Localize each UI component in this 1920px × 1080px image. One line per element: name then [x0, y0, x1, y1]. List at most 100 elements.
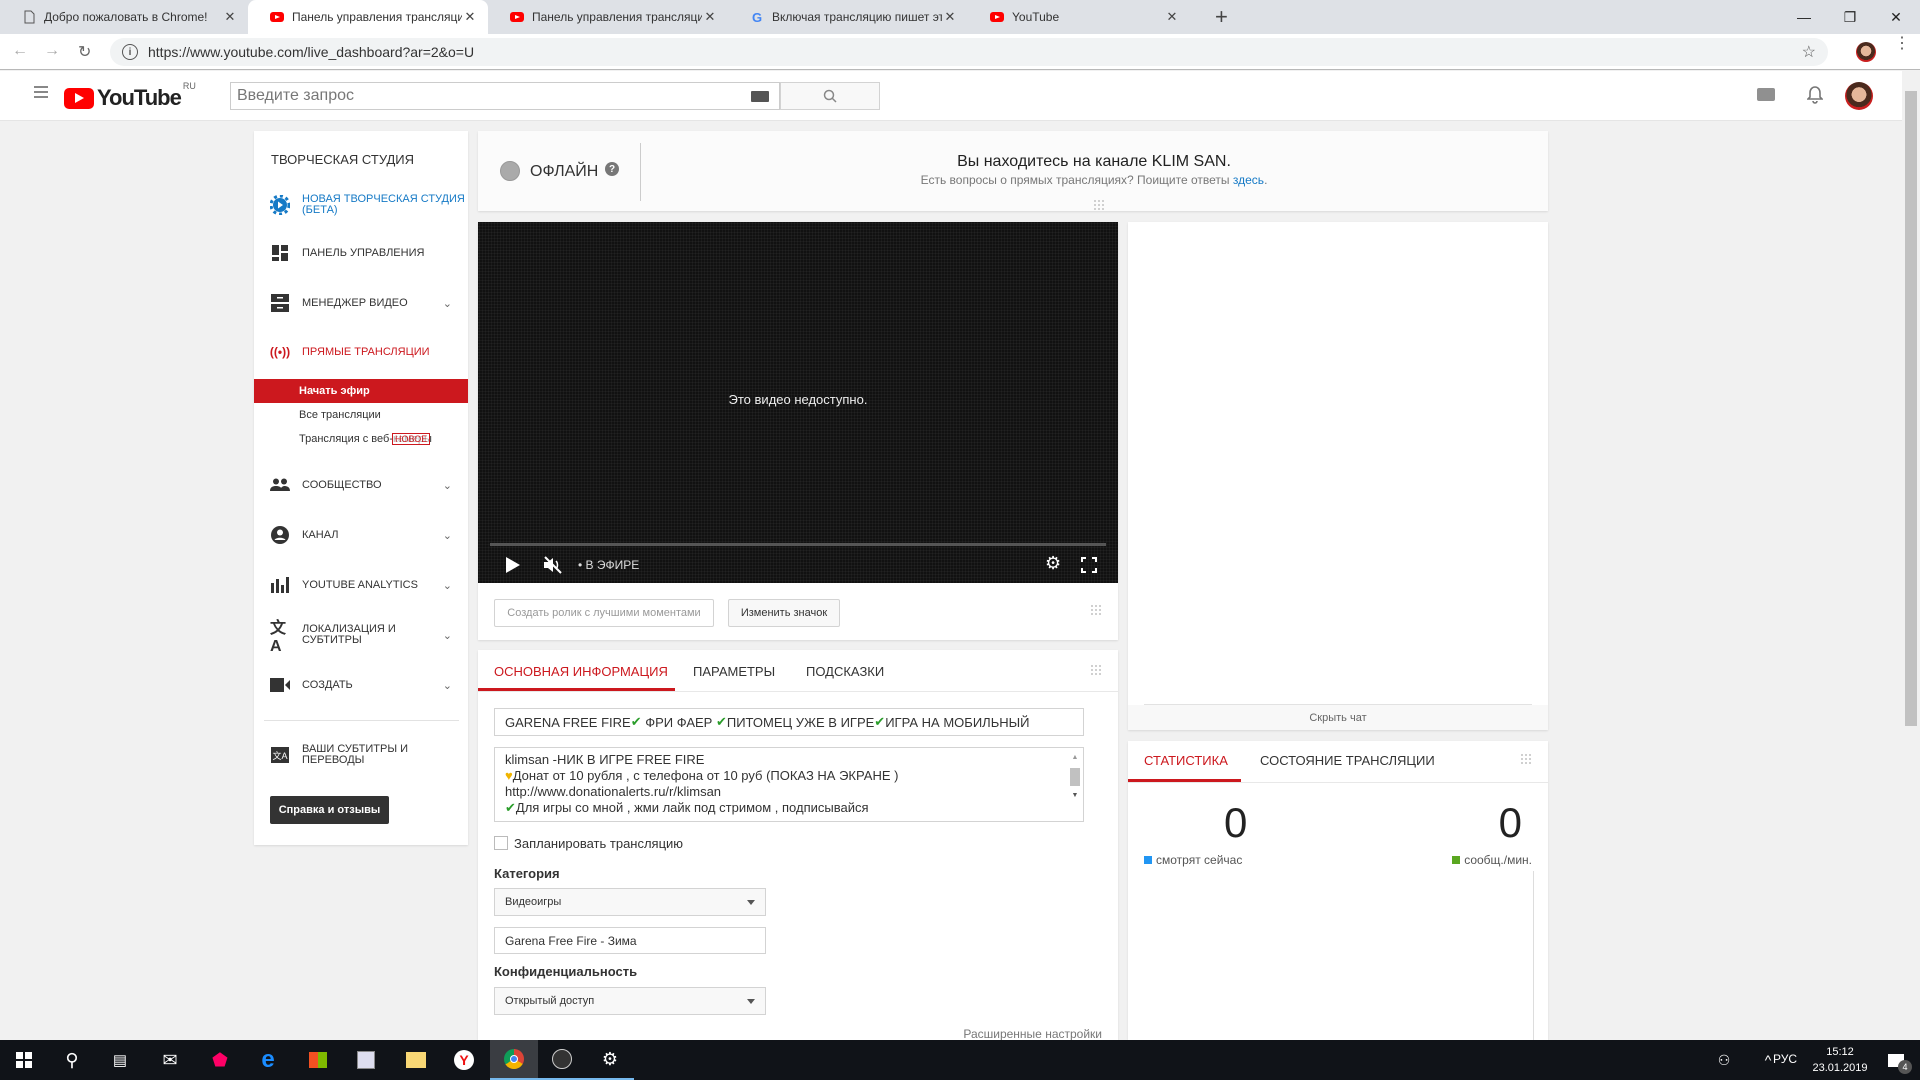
notification-count-badge: 4 — [1898, 1060, 1912, 1074]
close-tab-icon[interactable]: ✕ — [942, 9, 958, 25]
sidebar-sub-start-stream[interactable]: Начать эфир — [254, 379, 468, 403]
search-input[interactable]: Введите запрос — [230, 82, 780, 110]
youtube-logo[interactable]: YouTube RU — [64, 81, 196, 111]
mail-icon[interactable]: ✉ — [146, 1040, 194, 1080]
progress-bar[interactable] — [490, 543, 1106, 546]
sidebar-divider — [264, 720, 459, 721]
close-tab-icon[interactable]: ✕ — [222, 9, 238, 25]
status-divider — [640, 143, 641, 201]
sidebar-item-localization[interactable]: 文A ЛОКАЛИЗАЦИЯ И СУБТИТРЫ ⌄ — [254, 618, 468, 655]
tab-stream-health[interactable]: СОСТОЯНИЕ ТРАНСЛЯЦИИ — [1260, 753, 1435, 768]
url-input[interactable]: i https://www.youtube.com/live_dashboard… — [110, 38, 1828, 66]
browser-tab[interactable]: Панель управления трансляцией ✕ — [488, 0, 728, 34]
close-window-button[interactable]: ✕ — [1873, 0, 1919, 34]
sidebar-item-new-studio[interactable]: НОВАЯ ТВОРЧЕСКАЯ СТУДИЯ (БЕТА) — [254, 191, 468, 219]
tab-basic-info[interactable]: ОСНОВНАЯ ИНФОРМАЦИЯ — [494, 664, 668, 679]
bookmark-star-icon[interactable]: ☆ — [1802, 42, 1816, 62]
browser-tab-active[interactable]: Панель управления трансляцией ✕ — [248, 0, 488, 34]
clock[interactable]: 15:12 23.01.2019 — [1810, 1044, 1870, 1076]
file-explorer-icon[interactable] — [392, 1040, 440, 1080]
textarea-scrollbar[interactable]: ▲ ▼ — [1069, 750, 1081, 820]
schedule-checkbox[interactable] — [494, 836, 508, 850]
sidebar-item-analytics[interactable]: YOUTUBE ANALYTICS ⌄ — [254, 573, 468, 597]
input-language[interactable]: РУС — [1773, 1052, 1797, 1066]
tab-hints[interactable]: ПОДСКАЗКИ — [806, 664, 884, 679]
game-title-input[interactable]: Garena Free Fire - Зима — [494, 927, 766, 954]
advanced-settings-link[interactable]: Расширенные настройки — [963, 1027, 1102, 1041]
forward-icon[interactable]: → — [44, 42, 60, 60]
help-feedback-button[interactable]: Справка и отзывы — [270, 796, 389, 824]
category-select[interactable]: Видеоигры — [494, 888, 766, 916]
chrome-menu-icon[interactable]: ⋮ — [1894, 36, 1910, 52]
sidebar-item-community[interactable]: СООБЩЕСТВО ⌄ — [254, 473, 468, 497]
search-button[interactable] — [780, 82, 880, 110]
sidebar-sub-all-streams[interactable]: Все трансляции — [254, 403, 468, 427]
info-icon[interactable]: i — [122, 44, 138, 60]
search-icon[interactable]: ⚲ — [48, 1040, 96, 1080]
edge-icon[interactable]: e — [244, 1040, 292, 1080]
scrollbar-thumb[interactable] — [1905, 91, 1917, 726]
restore-button[interactable]: ❐ — [1827, 0, 1873, 34]
settings-icon[interactable]: ⚙ — [586, 1040, 634, 1080]
page-scrollbar[interactable] — [1902, 71, 1920, 1040]
help-link[interactable]: здесь — [1233, 173, 1264, 187]
menu-icon[interactable] — [34, 86, 48, 98]
people-icon[interactable]: ⚇ — [1700, 1040, 1748, 1080]
sidebar-item-create[interactable]: СОЗДАТЬ ⌄ — [254, 673, 468, 697]
sidebar-item-video-manager[interactable]: МЕНЕДЖЕР ВИДЕО ⌄ — [254, 291, 468, 315]
help-icon[interactable]: ? — [605, 162, 619, 176]
tab-parameters[interactable]: ПАРАМЕТРЫ — [693, 664, 775, 679]
close-tab-icon[interactable]: ✕ — [1164, 9, 1180, 25]
back-icon[interactable]: ← — [12, 42, 28, 60]
schedule-label: Запланировать трансляцию — [514, 836, 684, 851]
sidebar-sub-webcam[interactable]: Трансляция с веб-камеры НОВОЕ — [254, 427, 468, 451]
settings-gear-icon[interactable]: ⚙ — [1045, 553, 1061, 574]
obs-icon[interactable] — [538, 1040, 586, 1080]
action-center-icon[interactable]: 4 — [1872, 1040, 1920, 1080]
translate-icon: 文A — [270, 620, 287, 655]
hide-chat-button[interactable]: Скрыть чат — [1128, 705, 1548, 730]
start-button[interactable] — [0, 1040, 48, 1080]
drag-handle-icon[interactable] — [1093, 199, 1105, 211]
app-pentagon-icon[interactable]: ⬟ — [196, 1040, 244, 1080]
yandex-browser-icon[interactable]: Y — [440, 1040, 488, 1080]
reload-icon[interactable]: ↻ — [78, 42, 91, 62]
create-highlights-button[interactable]: Создать ролик с лучшими моментами — [494, 599, 714, 627]
description-textarea[interactable]: klimsan -НИК В ИГРЕ FREE FIRE ♥Донат от … — [494, 747, 1084, 822]
privacy-select[interactable]: Открытый доступ — [494, 987, 766, 1015]
sidebar-item-dashboard[interactable]: ПАНЕЛЬ УПРАВЛЕНИЯ — [254, 241, 468, 265]
browser-tab[interactable]: G Включая трансляцию пишет это ✕ — [728, 0, 968, 34]
drag-handle-icon[interactable] — [1090, 604, 1102, 616]
fullscreen-icon[interactable] — [1081, 557, 1097, 573]
notifications-bell-icon[interactable] — [1807, 85, 1823, 105]
tabs-divider — [478, 691, 1118, 692]
sidebar-item-live[interactable]: ((•)) ПРЯМЫЕ ТРАНСЛЯЦИИ — [254, 340, 468, 364]
store-icon[interactable] — [294, 1040, 342, 1080]
drag-handle-icon[interactable] — [1090, 664, 1102, 676]
account-avatar[interactable] — [1845, 82, 1873, 110]
close-tab-icon[interactable]: ✕ — [462, 9, 478, 25]
chrome-icon[interactable] — [490, 1040, 538, 1080]
app-box-icon[interactable] — [342, 1040, 390, 1080]
upload-video-icon[interactable] — [1757, 88, 1775, 101]
stream-title-input[interactable]: GARENA FREE FIRE ✔ ФРИ ФАЕР ✔ ПИТОМЕЦ УЖЕ… — [494, 708, 1084, 736]
sidebar-item-your-subtitles[interactable]: 文A ВАШИ СУБТИТРЫ И ПЕРЕВОДЫ — [254, 738, 468, 772]
browser-tab[interactable]: Добро пожаловать в Chrome! ✕ — [0, 0, 248, 34]
drag-handle-icon[interactable] — [1520, 753, 1532, 765]
muted-volume-icon[interactable] — [543, 556, 563, 574]
tab-statistics[interactable]: СТАТИСТИКА — [1144, 753, 1228, 768]
chrome-profile-avatar[interactable] — [1856, 42, 1876, 62]
close-tab-icon[interactable]: ✕ — [702, 9, 718, 25]
video-player[interactable]: Это видео недоступно. • В ЭФИРЕ ⚙ — [478, 222, 1118, 583]
change-thumbnail-button[interactable]: Изменить значок — [728, 599, 840, 627]
sidebar-item-channel[interactable]: КАНАЛ ⌄ — [254, 523, 468, 547]
new-tab-button[interactable]: + — [1215, 4, 1228, 30]
checkmark-icon: ✔ — [630, 714, 642, 729]
keyboard-icon[interactable] — [751, 91, 769, 102]
tab-title: Добро пожаловать в Chrome! — [44, 10, 208, 24]
play-icon[interactable] — [506, 557, 520, 573]
minimize-button[interactable]: — — [1781, 0, 1827, 34]
browser-tab[interactable]: YouTube ✕ — [968, 0, 1190, 34]
privacy-label: Конфиденциальность — [494, 964, 638, 979]
task-view-icon[interactable]: ▤ — [96, 1040, 144, 1080]
